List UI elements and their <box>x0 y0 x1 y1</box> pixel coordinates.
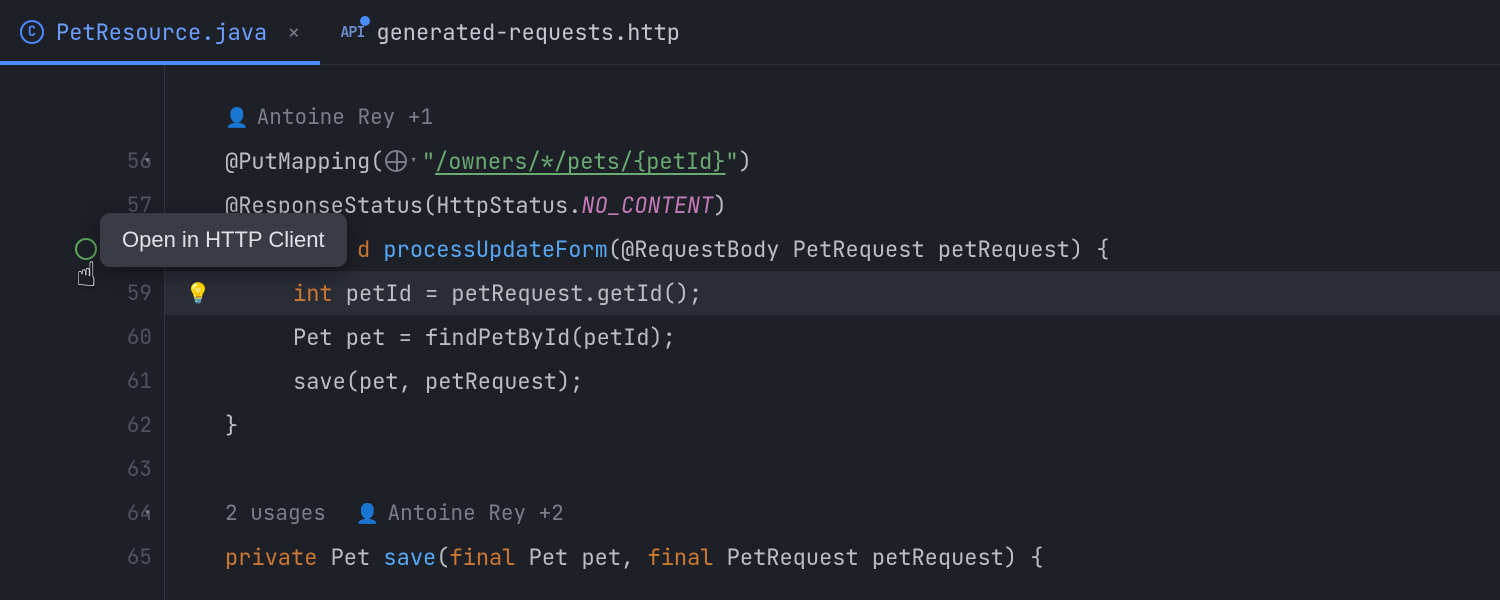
pointer-cursor-icon: ☝ <box>76 252 96 297</box>
gutter-line-65[interactable]: 65 <box>0 535 164 579</box>
editor-pane: -- 56 ▾ 57 58 59 60 61 62 63 64 ▾ 65 👤 A… <box>0 65 1500 600</box>
java-class-icon: C <box>20 20 44 44</box>
gutter: -- 56 ▾ 57 58 59 60 61 62 63 64 ▾ 65 <box>0 65 165 600</box>
user-icon: 👤 <box>225 105 249 130</box>
gutter-line-62[interactable]: 62 <box>0 403 164 447</box>
code-line-57[interactable]: @ResponseStatus(HttpStatus.NO_CONTENT) <box>165 183 1500 227</box>
tab-generated-requests[interactable]: API generated-requests.http <box>320 0 700 64</box>
gutter-line-60[interactable]: 60 <box>0 315 164 359</box>
code-line-62[interactable]: } <box>165 403 1500 447</box>
code-line-56[interactable]: @PutMapping(▾"/owners/*/pets/{petId}") <box>165 139 1500 183</box>
user-icon: 👤 <box>356 501 380 526</box>
author-hint[interactable]: 👤 Antoine Rey +1 <box>225 104 433 131</box>
code-line-63[interactable] <box>165 447 1500 491</box>
code-line-59[interactable]: 💡 int petId = petRequest.getId(); <box>165 271 1500 315</box>
chevron-down-icon[interactable]: ▾ <box>409 152 417 170</box>
intention-bulb-icon[interactable]: 💡 <box>186 280 211 306</box>
close-icon[interactable]: × <box>287 18 300 47</box>
gutter-line-64[interactable]: 64 ▾ <box>0 491 164 535</box>
gutter-tooltip: Open in HTTP Client <box>100 213 347 267</box>
code-area[interactable]: 👤 Antoine Rey +1 @PutMapping(▾"/owners/*… <box>165 65 1500 600</box>
globe-icon[interactable] <box>385 150 407 172</box>
code-line-64[interactable]: private Pet save(final Pet pet, final Pe… <box>165 535 1500 579</box>
gutter-line-56[interactable]: 56 ▾ <box>0 139 164 183</box>
api-file-icon: API <box>340 20 364 44</box>
code-line-60[interactable]: Pet pet = findPetById(petId); <box>165 315 1500 359</box>
fold-arrow-icon[interactable]: ▾ <box>143 503 152 523</box>
gutter-line-63[interactable]: 63 <box>0 447 164 491</box>
fold-arrow-icon[interactable]: ▾ <box>143 151 152 171</box>
usages-hint[interactable]: 2 usages <box>225 500 326 527</box>
tab-label: PetResource.java <box>56 18 267 47</box>
tab-petresource[interactable]: C PetResource.java × <box>0 0 320 64</box>
tab-bar: C PetResource.java × API generated-reque… <box>0 0 1500 65</box>
code-line-58[interactable]: public void processUpdateForm(@RequestBo… <box>165 227 1500 271</box>
tab-label: generated-requests.http <box>376 18 680 47</box>
author-hint[interactable]: 👤 Antoine Rey +2 <box>356 500 564 527</box>
code-line-61[interactable]: save(pet, petRequest); <box>165 359 1500 403</box>
gutter-line-61[interactable]: 61 <box>0 359 164 403</box>
